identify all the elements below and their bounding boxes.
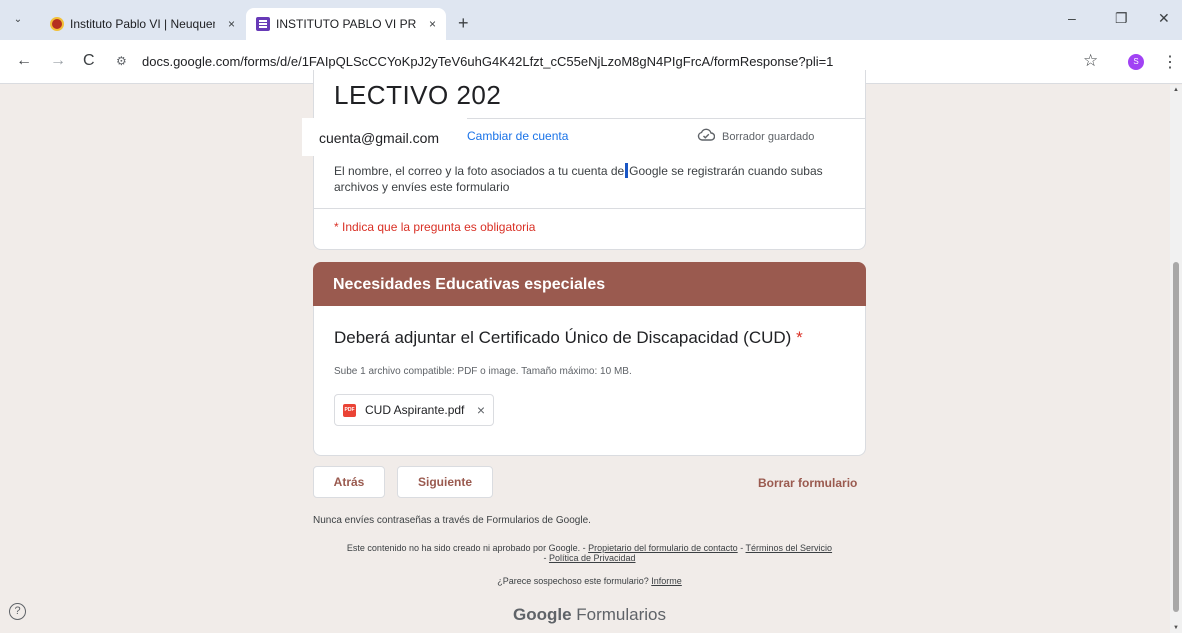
tab-title: INSTITUTO PABLO VI PRE-INSCRIPCI — [276, 17, 416, 31]
question-card: Deberá adjuntar el Certificado Único de … — [313, 306, 866, 456]
legal-notice: Este contenido no ha sido creado ni apro… — [313, 543, 866, 563]
report-line: ¿Parece sospechoso este formulario? Info… — [313, 576, 866, 586]
tab-google-form[interactable]: INSTITUTO PABLO VI PRE-INSCRIPCI × — [246, 8, 446, 40]
scrollbar-thumb[interactable] — [1173, 262, 1179, 612]
tab-strip: ⌄ Instituto Pablo VI | Neuquen × INSTITU… — [0, 0, 1182, 40]
next-button[interactable]: Siguiente — [397, 466, 493, 498]
notice-text-start: El nombre, el correo y la foto asociados… — [334, 164, 625, 178]
terms-link[interactable]: Términos del Servicio — [746, 543, 833, 553]
remove-file-icon[interactable]: × — [477, 395, 485, 425]
switch-account-link[interactable]: Cambiar de cuenta — [467, 129, 568, 143]
required-note: * Indica que la pregunta es obligatoria — [334, 220, 536, 234]
password-warning: Nunca envíes contraseñas a través de For… — [313, 515, 591, 526]
page-scrollbar[interactable]: ▲ ▼ — [1170, 85, 1182, 633]
bookmark-star-icon[interactable]: ☆ — [1083, 51, 1098, 71]
new-tab-button[interactable]: + — [458, 8, 469, 40]
form-title: LECTIVO 202 — [334, 80, 502, 110]
help-question-icon[interactable]: ? — [9, 603, 26, 620]
section-title: Necesidades Educativas especiales — [313, 262, 866, 307]
brand-google: Google — [512, 605, 572, 624]
minimize-button[interactable]: – — [1068, 10, 1076, 26]
account-notice: El nombre, el correo y la foto asociados… — [334, 163, 854, 195]
browser-menu-icon[interactable]: ⋮ — [1162, 52, 1178, 72]
back-button[interactable]: Atrás — [313, 466, 385, 498]
draft-status: Borrador guardado — [697, 128, 815, 143]
uploaded-file-chip[interactable]: PDF CUD Aspirante.pdf × — [334, 394, 494, 426]
tab-search-chevron-icon[interactable]: ⌄ — [8, 10, 28, 30]
report-link[interactable]: Informe — [651, 576, 682, 586]
google-forms-favicon-icon — [256, 17, 270, 31]
divider — [314, 208, 865, 209]
profile-avatar[interactable]: S — [1128, 54, 1144, 70]
required-asterisk: * — [796, 328, 803, 347]
tab-close-icon[interactable]: × — [429, 8, 436, 40]
tab-title: Instituto Pablo VI | Neuquen — [70, 17, 215, 31]
scroll-down-arrow-icon[interactable]: ▼ — [1173, 625, 1179, 631]
restore-button[interactable]: ❐ — [1115, 10, 1128, 27]
question-title: Deberá adjuntar el Certificado Único de … — [334, 328, 803, 348]
brand-product: Formularios — [576, 605, 667, 624]
account-email: cuenta@gmail.com — [302, 118, 467, 156]
pdf-file-icon: PDF — [343, 404, 356, 417]
back-arrow-icon[interactable]: ← — [16, 52, 32, 70]
legal-text: Este contenido no ha sido creado ni apro… — [346, 543, 589, 553]
contact-owner-link[interactable]: Propietario del formulario de contacto — [588, 543, 738, 553]
reload-icon[interactable]: C — [83, 52, 95, 70]
site-favicon-icon — [50, 17, 64, 31]
forward-arrow-icon[interactable]: → — [50, 52, 66, 70]
text-cursor — [625, 163, 629, 178]
close-window-button[interactable]: ✕ — [1158, 10, 1170, 27]
question-text: Deberá adjuntar el Certificado Único de … — [334, 328, 792, 347]
google-forms-logo[interactable]: Google Formularios — [313, 605, 866, 625]
form-header-card: LECTIVO 202 Cambiar de cuenta Borrador g… — [313, 70, 866, 250]
tune-icon[interactable]: ⚙ — [116, 54, 127, 68]
tab-close-icon[interactable]: × — [228, 8, 235, 40]
privacy-link[interactable]: Política de Privacidad — [549, 553, 636, 563]
draft-status-text: Borrador guardado — [722, 131, 815, 143]
clear-form-button[interactable]: Borrar formulario — [758, 476, 857, 490]
report-text: ¿Parece sospechoso este formulario? — [497, 576, 652, 586]
scroll-up-arrow-icon[interactable]: ▲ — [1173, 87, 1179, 93]
tab-instituto-pablo-vi[interactable]: Instituto Pablo VI | Neuquen × — [40, 8, 245, 40]
upload-help-text: Sube 1 archivo compatible: PDF o image. … — [334, 366, 632, 377]
cloud-check-icon — [697, 128, 715, 141]
file-name[interactable]: CUD Aspirante.pdf — [365, 403, 464, 417]
separator: - — [737, 543, 746, 553]
